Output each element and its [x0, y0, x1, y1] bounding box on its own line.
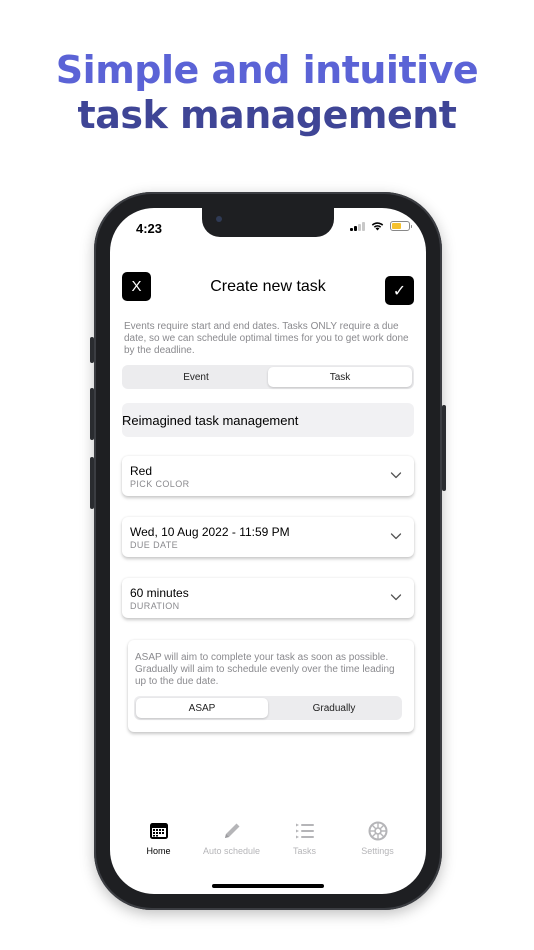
- schedule-mode-toggle: ASAP Gradually: [134, 696, 402, 720]
- cellular-signal-icon: [350, 221, 365, 231]
- due-date-caption: DUE DATE: [130, 540, 179, 550]
- confirm-button[interactable]: ✓: [385, 276, 414, 305]
- chevron-down-icon: [390, 472, 402, 479]
- color-picker[interactable]: Red PICK COLOR: [122, 456, 414, 496]
- chevron-down-icon: [390, 533, 402, 540]
- duration-caption: DURATION: [130, 601, 180, 611]
- toggle-gradually[interactable]: Gradually: [268, 698, 400, 718]
- gear-icon: [368, 821, 387, 841]
- wifi-icon: [371, 222, 384, 231]
- battery-icon: [390, 221, 412, 231]
- headline-line-1: Simple and intuitive: [55, 48, 479, 92]
- tab-bar: Home Auto schedule Tasks Settings: [110, 820, 426, 856]
- calendar-icon: [149, 823, 168, 839]
- mute-switch: [90, 337, 94, 363]
- tab-auto-schedule-label: Auto schedule: [202, 846, 261, 856]
- duration-picker[interactable]: 60 minutes DURATION: [122, 578, 414, 618]
- headline-line-2: task management: [77, 93, 457, 137]
- schedule-mode-info: ASAP will aim to complete your task as s…: [135, 652, 395, 687]
- tab-auto-schedule[interactable]: Auto schedule: [197, 820, 267, 856]
- tab-home[interactable]: Home: [124, 820, 194, 856]
- tab-tasks[interactable]: Tasks: [270, 820, 340, 856]
- duration-value: 60 minutes: [130, 586, 189, 600]
- camera-icon: [216, 216, 222, 222]
- phone-screen: 4:23 X Create new task ✓ Events require …: [110, 208, 426, 894]
- due-date-value: Wed, 10 Aug 2022 - 11:59 PM: [130, 525, 290, 539]
- color-caption: PICK COLOR: [130, 479, 190, 489]
- task-type-info: Events require start and end dates. Task…: [124, 321, 409, 356]
- toggle-event[interactable]: Event: [124, 367, 268, 387]
- status-time: 4:23: [136, 221, 163, 236]
- task-type-toggle: Event Task: [122, 365, 414, 389]
- tab-settings-label: Settings: [361, 846, 394, 856]
- toggle-asap[interactable]: ASAP: [136, 698, 268, 718]
- schedule-mode-card: ASAP will aim to complete your task as s…: [128, 640, 414, 732]
- headline: Simple and intuitive task management: [0, 48, 534, 138]
- volume-down-button: [90, 457, 94, 509]
- power-button: [442, 405, 446, 491]
- page-title: Create new task: [210, 278, 326, 295]
- tab-settings[interactable]: Settings: [343, 820, 413, 856]
- tab-home-label: Home: [146, 846, 171, 856]
- toggle-task[interactable]: Task: [268, 367, 412, 387]
- list-icon: [295, 823, 314, 839]
- pencil-icon: [224, 823, 239, 838]
- notch: [202, 208, 334, 237]
- home-indicator[interactable]: [212, 884, 324, 888]
- color-value: Red: [130, 464, 153, 478]
- due-date-picker[interactable]: Wed, 10 Aug 2022 - 11:59 PM DUE DATE: [122, 517, 414, 557]
- tab-tasks-label: Tasks: [292, 846, 316, 856]
- chevron-down-icon: [390, 594, 402, 601]
- status-icons: [350, 221, 412, 231]
- volume-up-button: [90, 388, 94, 440]
- task-name-input[interactable]: [122, 403, 414, 437]
